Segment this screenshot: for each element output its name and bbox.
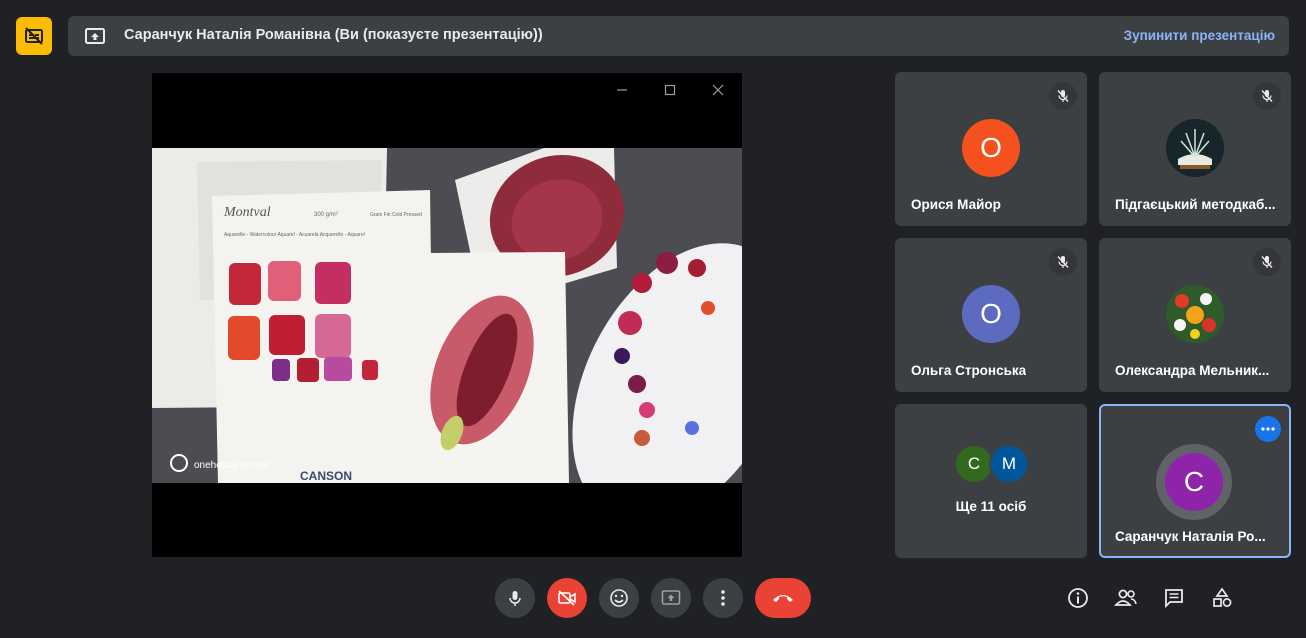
minimize-icon[interactable] [612,81,632,99]
emoji-icon [610,589,628,607]
participant-name: Саранчук Наталія Ро... [1115,529,1266,544]
avatar: С [954,444,994,484]
chat-icon [1165,589,1183,609]
participant-name: Орися Майор [911,197,1001,212]
self-tile[interactable]: С Саранчук Наталія Ро... [1099,404,1291,558]
activities-button[interactable] [1207,583,1237,613]
present-to-all-icon [661,590,681,605]
avatar-image [1166,119,1224,177]
more-participants-tile[interactable]: С М Ще 11 осіб [895,404,1087,558]
brand-watermark: onehobby.school [194,460,269,471]
stop-presenting-button[interactable]: Зупинити презентацію [1124,28,1275,43]
participant-name: Олександра Мельник... [1115,363,1270,378]
avatar: С [1165,453,1223,511]
presenter-label: Саранчук Наталія Романівна (Ви (показуєт… [124,27,543,43]
activities-icon [1213,587,1232,607]
people-icon [1114,589,1137,606]
present-button[interactable] [651,578,691,618]
leave-call-button[interactable] [755,578,811,618]
present-to-all-icon [84,25,106,47]
more-options-icon[interactable] [1255,416,1281,442]
close-icon[interactable] [708,81,728,99]
participant-tile[interactable]: Підгаєцький методкаб... [1099,72,1291,226]
camera-button[interactable] [547,578,587,618]
paper-type: Grain Fin Cold Pressed [370,212,422,218]
paper-weight: 300 g/m² [314,212,338,218]
people-button[interactable] [1111,583,1141,613]
info-icon [1068,588,1088,608]
meeting-info-button[interactable] [1063,583,1093,613]
captions-off-icon [25,27,43,45]
avatar: О [962,285,1020,343]
microphone-button[interactable] [495,578,535,618]
maximize-icon[interactable] [660,81,680,99]
participant-tile[interactable]: О Орися Майор [895,72,1087,226]
participant-name: Ольга Стронська [911,363,1027,378]
mic-off-icon [1049,248,1077,276]
participant-tile[interactable]: О Ольга Стронська [895,238,1087,392]
mic-off-icon [1049,82,1077,110]
avatar: М [989,444,1029,484]
mic-off-icon [1253,248,1281,276]
more-vert-icon [721,590,725,606]
presentation-banner: Саранчук Наталія Романівна (Ви (показуєт… [68,16,1289,56]
paper-brand: CANSON [300,469,352,483]
more-options-button[interactable] [703,578,743,618]
call-end-icon [773,595,793,602]
paper-lines: Aquarelle - Watercolour Aquarel - Acuare… [224,232,365,238]
mic-off-icon [1253,82,1281,110]
participant-tile[interactable]: Олександра Мельник... [1099,238,1291,392]
avatar-image [1166,285,1224,343]
mic-icon [509,591,521,606]
more-participants-label: Ще 11 осіб [955,499,1027,514]
shared-screen-image: Montval 300 g/m² Grain Fin Cold Pressed … [152,148,742,483]
reactions-button[interactable] [599,578,639,618]
paper-title: Montval [223,205,271,220]
avatar: О [962,119,1020,177]
presentation-view: Montval 300 g/m² Grain Fin Cold Pressed … [152,73,742,557]
chat-button[interactable] [1159,583,1189,613]
camera-off-icon [558,590,576,606]
captions-button[interactable] [16,17,52,55]
participant-name: Підгаєцький методкаб... [1115,197,1276,212]
